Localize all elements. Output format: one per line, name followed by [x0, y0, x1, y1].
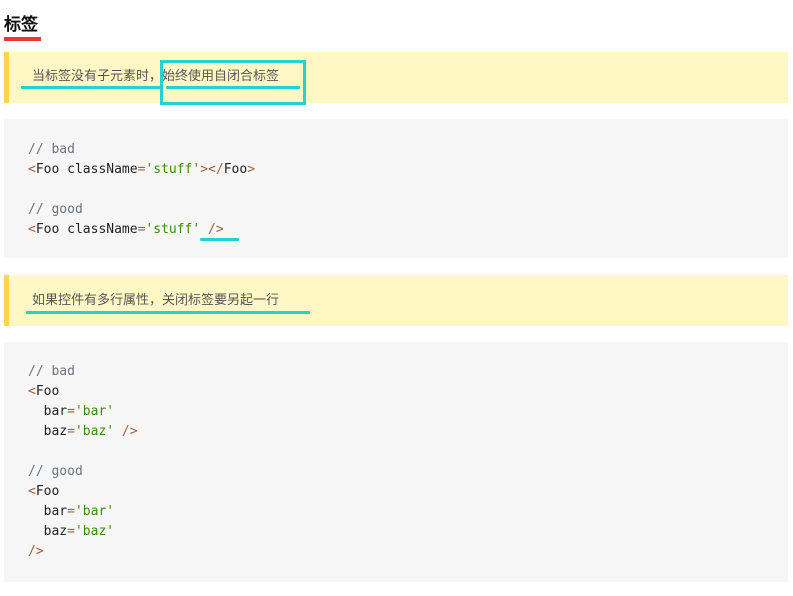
code-string: 'bar': [74, 504, 115, 519]
code-line: baz='baz' />: [28, 422, 138, 442]
code-line: // good: [28, 462, 83, 482]
title-underline-marker: [4, 37, 41, 41]
code-punct: =: [67, 524, 75, 539]
code-tag: Foo: [223, 162, 248, 177]
highlight-underline-selfclose: [200, 238, 239, 241]
code-attr: baz: [28, 524, 68, 539]
code-line: bar='bar': [28, 402, 114, 422]
code-line: // good: [28, 200, 83, 220]
highlight-underline-2: [26, 311, 310, 314]
code-attr: bar: [28, 504, 68, 519]
code-attr: bar: [28, 404, 68, 419]
code-punct: <: [28, 384, 36, 399]
code-punct: />: [114, 424, 138, 439]
code-attr: className: [59, 222, 138, 237]
page-title: 标签: [4, 15, 38, 35]
code-string: 'stuff': [145, 222, 201, 237]
code-punct: =: [67, 404, 75, 419]
code-line: <Foo: [28, 482, 59, 502]
code-tag: Foo: [35, 484, 60, 499]
code-line: />: [28, 542, 44, 562]
code-comment: // good: [28, 202, 83, 217]
code-line: <Foo className='stuff' />: [28, 220, 224, 240]
code-tag: Foo: [35, 222, 60, 237]
callout-multiline: 如果控件有多行属性，关闭标签要另起一行: [4, 275, 788, 326]
callout-text: 如果控件有多行属性，关闭标签要另起一行: [32, 293, 280, 308]
code-comment: // bad: [28, 364, 75, 379]
code-string: 'bar': [74, 404, 115, 419]
code-punct: =: [67, 504, 75, 519]
code-punct: ></: [200, 162, 224, 177]
code-punct: />: [200, 222, 224, 237]
code-line: <Foo: [28, 382, 59, 402]
code-punct: <: [28, 484, 36, 499]
code-punct: <: [28, 222, 36, 237]
code-tag: Foo: [35, 384, 60, 399]
callout-text-part1: 当标签没有子元素时，: [32, 69, 163, 84]
code-tag: Foo: [35, 162, 60, 177]
code-comment: // bad: [28, 142, 75, 157]
code-line: <Foo className='stuff'></Foo>: [28, 160, 255, 180]
code-line: bar='bar': [28, 502, 114, 522]
code-line: // bad: [28, 362, 75, 382]
code-line: baz='baz': [28, 522, 114, 542]
code-punct: >: [247, 162, 256, 177]
code-attr: baz: [28, 424, 68, 439]
code-punct: <: [28, 162, 36, 177]
highlight-underline-1a: [21, 86, 162, 89]
highlight-box: [160, 60, 306, 105]
code-string: 'stuff': [145, 162, 201, 177]
code-block-2: // bad <Foo bar='bar' baz='baz' /> // go…: [4, 342, 788, 582]
code-string: 'baz': [74, 424, 115, 439]
code-punct: />: [28, 544, 44, 559]
code-block-1: // bad <Foo className='stuff'></Foo> // …: [4, 119, 788, 258]
code-punct: =: [67, 424, 75, 439]
callout-self-closing: 当标签没有子元素时，始终使用自闭合标签: [4, 52, 788, 103]
code-comment: // good: [28, 464, 83, 479]
code-string: 'baz': [74, 524, 115, 539]
code-attr: className: [59, 162, 138, 177]
code-line: // bad: [28, 140, 75, 160]
